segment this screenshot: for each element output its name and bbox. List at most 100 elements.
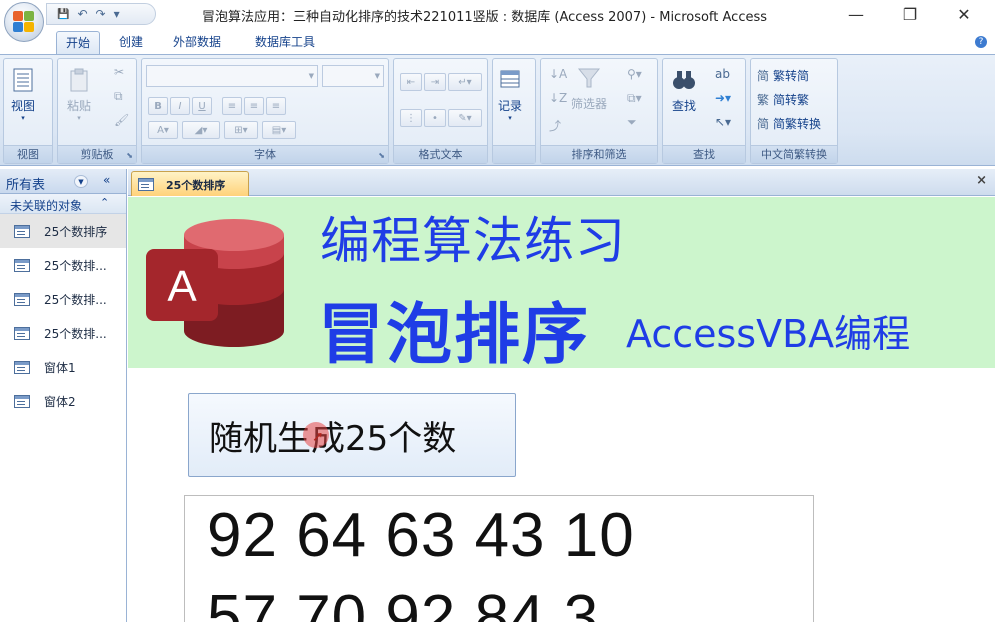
- group-chinese-conversion: 简 繁转简 繁 简转繁 简 简繁转换 中文简繁转换: [750, 58, 838, 164]
- bullets-button[interactable]: •: [424, 109, 446, 127]
- align-left-button[interactable]: ≡: [222, 97, 242, 115]
- sort-asc-icon[interactable]: ↓A: [549, 67, 567, 81]
- selection-filter-icon[interactable]: ⚲▾: [627, 67, 642, 81]
- group-sort-filter-label: 排序和筛选: [541, 145, 657, 163]
- goto-icon[interactable]: ➜▾: [715, 91, 731, 105]
- nav-collapse-icon[interactable]: «: [103, 173, 110, 187]
- trad-to-simp-icon: 简: [757, 69, 770, 83]
- tab-external-data[interactable]: 外部数据: [164, 31, 230, 54]
- bold-button[interactable]: B: [148, 97, 168, 115]
- sort-desc-icon[interactable]: ↓Z: [549, 91, 567, 105]
- numbering-button[interactable]: ⋮: [400, 109, 422, 127]
- minimize-button[interactable]: —: [836, 2, 876, 26]
- customize-qat-icon[interactable]: ▾: [114, 7, 120, 21]
- group-rich-text: ⇤ ⇥ ↵▾ ⋮ • ✎▾ 格式文本: [393, 58, 488, 164]
- close-window-button[interactable]: ✕: [944, 2, 984, 26]
- fill-color-button[interactable]: ◢▾: [182, 121, 220, 139]
- tab-create[interactable]: 创建: [110, 31, 152, 54]
- clear-sort-icon[interactable]: ⤴: [549, 117, 561, 134]
- trad-to-simp-button[interactable]: 简 繁转简: [757, 67, 809, 84]
- group-font: ▼ ▼ B I U ≡ ≡ ≡ A▾ ◢▾ ⊞▾ ▤▾ 字体 ⬊: [141, 58, 389, 164]
- form-icon: [14, 258, 30, 272]
- ribbon: 视图 ▾ 视图 粘贴 ▾ ✂ ⧉ 🖌 剪贴板 ⬊ ▼ ▼ B I U ≡ ≡ ≡…: [0, 54, 995, 166]
- generate-numbers-button[interactable]: 随机生成25个数: [188, 393, 516, 477]
- highlight-button[interactable]: ✎▾: [448, 109, 482, 127]
- numbers-textbox[interactable]: 92 64 63 43 10 57 70 92 84 3: [184, 495, 814, 622]
- advanced-filter-icon[interactable]: ⧉▾: [627, 91, 642, 106]
- italic-button[interactable]: I: [170, 97, 190, 115]
- filter-icon: [577, 68, 601, 88]
- numbers-line: 92 64 63 43 10: [207, 501, 635, 570]
- view-dropdown-icon: ▾: [21, 114, 25, 122]
- paste-icon: [70, 68, 88, 92]
- nav-item-form[interactable]: 25个数排...: [0, 316, 126, 350]
- increase-indent-button[interactable]: ⇥: [424, 73, 446, 91]
- tab-database-tools[interactable]: 数据库工具: [246, 31, 324, 54]
- cut-icon[interactable]: ✂: [114, 65, 124, 79]
- gridlines-button[interactable]: ⊞▾: [224, 121, 258, 139]
- convert-icon: 简: [757, 117, 770, 131]
- select-icon[interactable]: ↖▾: [715, 115, 731, 129]
- chevron-up-icon[interactable]: ⌃: [100, 196, 109, 209]
- view-icon: [13, 68, 33, 92]
- paste-button[interactable]: 粘贴 ▾: [66, 67, 92, 122]
- group-font-label: 字体: [142, 145, 388, 163]
- tab-home[interactable]: 开始: [56, 31, 101, 54]
- rtl-button[interactable]: ↵▾: [448, 73, 482, 91]
- records-button[interactable]: 记录 ▾: [497, 67, 523, 122]
- filter-button[interactable]: 筛选器: [571, 65, 607, 112]
- nav-title[interactable]: 所有表: [6, 174, 45, 193]
- save-icon[interactable]: 💾: [57, 9, 69, 20]
- toggle-filter-icon[interactable]: ⏷: [627, 115, 637, 130]
- nav-item-form[interactable]: 25个数排序: [0, 214, 126, 248]
- ribbon-tabs: 开始 创建 外部数据 数据库工具 ?: [0, 28, 995, 54]
- convert-label: 简繁转换: [773, 117, 822, 131]
- nav-dropdown-icon[interactable]: ▼: [74, 175, 88, 188]
- filter-button-label: 筛选器: [571, 97, 608, 111]
- alt-fill-button[interactable]: ▤▾: [262, 121, 296, 139]
- restore-button[interactable]: ❐: [890, 2, 930, 26]
- title-bar: 💾 ↶ ↷ ▾ 冒泡算法应用：三种自动化排序的技术221011竖版 : 数据库 …: [0, 0, 995, 42]
- logo-letter: A: [167, 262, 197, 311]
- group-find: 查找 ab ➜▾ ↖▾ 查找: [662, 58, 746, 164]
- decrease-indent-button[interactable]: ⇤: [400, 73, 422, 91]
- form-icon: [138, 178, 154, 191]
- nav-group-label: 未关联的对象: [10, 199, 83, 213]
- align-right-button[interactable]: ≡: [266, 97, 286, 115]
- copy-icon[interactable]: ⧉: [114, 89, 123, 104]
- document-tab[interactable]: 25个数排序: [131, 171, 249, 196]
- office-button[interactable]: [4, 2, 44, 42]
- form-icon: [14, 360, 30, 374]
- navigation-pane: 所有表 ▼ « 未关联的对象 ⌃ 25个数排序 25个数排... 25个数排..…: [0, 169, 127, 622]
- font-color-button[interactable]: A▾: [148, 121, 178, 139]
- underline-button[interactable]: U: [192, 97, 212, 115]
- font-name-combo[interactable]: ▼: [146, 65, 318, 87]
- nav-item-form[interactable]: 窗体2: [0, 384, 126, 418]
- nav-group-header[interactable]: 未关联的对象 ⌃: [0, 194, 126, 214]
- nav-item-form[interactable]: 窗体1: [0, 350, 126, 384]
- convert-button[interactable]: 简 简繁转换: [757, 115, 821, 132]
- find-button[interactable]: 查找: [671, 67, 697, 114]
- undo-icon[interactable]: ↶: [77, 7, 87, 21]
- nav-item-label: 窗体1: [44, 360, 76, 375]
- replace-icon[interactable]: ab: [715, 67, 730, 81]
- font-size-combo[interactable]: ▼: [322, 65, 384, 87]
- nav-item-label: 25个数排...: [44, 292, 107, 307]
- nav-item-form[interactable]: 25个数排...: [0, 248, 126, 282]
- align-center-button[interactable]: ≡: [244, 97, 264, 115]
- simp-to-trad-button[interactable]: 繁 简转繁: [757, 91, 809, 108]
- access-logo-icon: A: [146, 219, 284, 347]
- form-area: A 编程算法练习 冒泡排序 AccessVBA编程 随机生成25个数 ➚ 92 …: [128, 197, 995, 622]
- close-document-icon[interactable]: ×: [976, 173, 987, 188]
- simp-to-trad-label: 简转繁: [773, 93, 810, 107]
- view-button[interactable]: 视图 ▾: [10, 67, 36, 122]
- clipboard-launcher-icon[interactable]: ⬊: [126, 151, 133, 160]
- help-icon[interactable]: ?: [975, 36, 987, 48]
- document-tab-bar: 25个数排序 ×: [128, 169, 995, 196]
- redo-icon[interactable]: ↷: [96, 7, 106, 21]
- banner-subtitle-suffix: AccessVBA编程: [626, 312, 911, 356]
- font-launcher-icon[interactable]: ⬊: [378, 151, 385, 160]
- format-painter-icon[interactable]: 🖌: [114, 113, 129, 127]
- nav-item-form[interactable]: 25个数排...: [0, 282, 126, 316]
- group-records-label: [493, 145, 535, 163]
